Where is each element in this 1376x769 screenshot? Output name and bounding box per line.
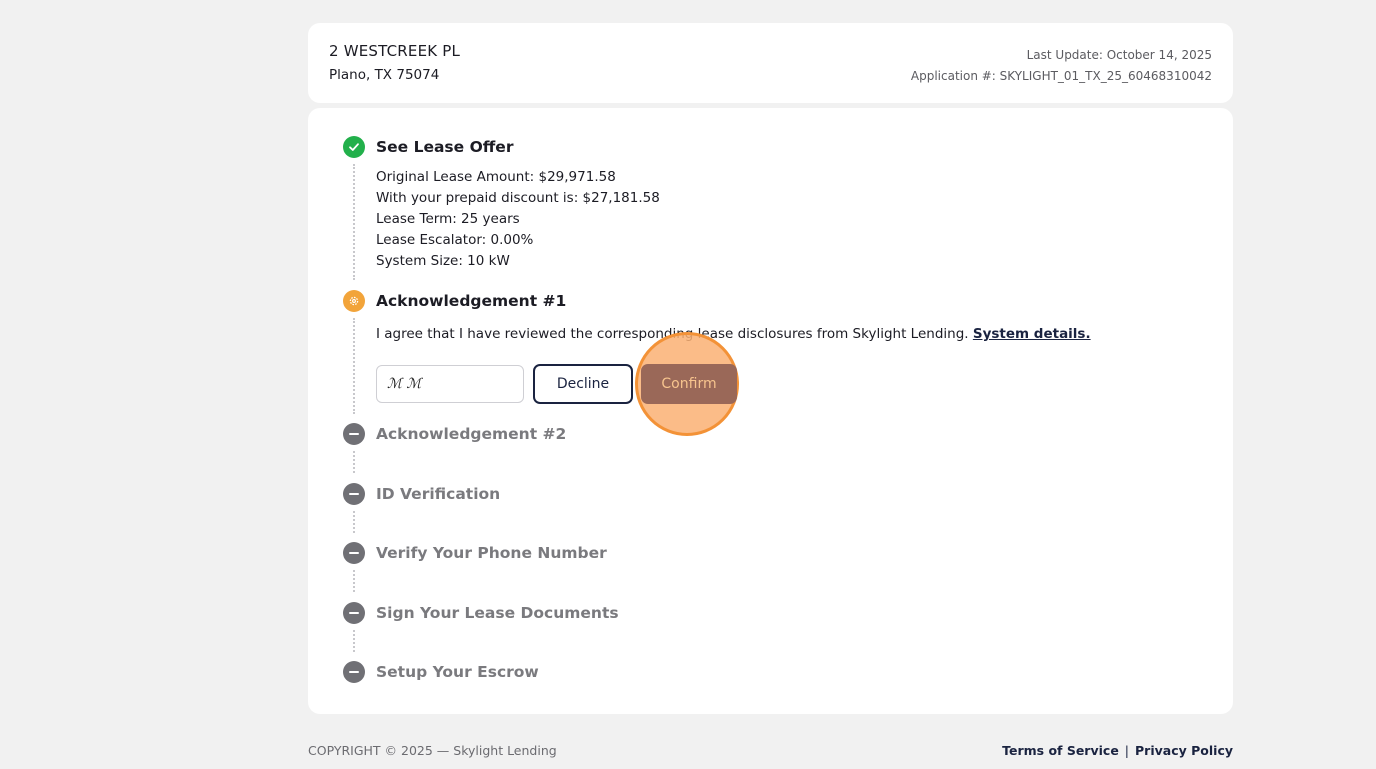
step-setup-escrow: Setup Your Escrow [376,663,539,681]
signature-initials-input[interactable] [376,365,524,403]
steps-card: See Lease Offer Original Lease Amount: $… [308,108,1233,714]
step-verify-phone: Verify Your Phone Number [376,544,607,562]
address-line1: 2 WESTCREEK PL [329,42,461,60]
minus-icon [343,602,365,624]
privacy-policy-link[interactable]: Privacy Policy [1135,743,1233,758]
lease-escalator: Lease Escalator: 0.00% [376,232,534,248]
original-lease-amount: Original Lease Amount: $29,971.58 [376,169,616,185]
system-details-link[interactable]: System details. [973,326,1091,342]
acknowledgement-text: I agree that I have reviewed the corresp… [376,326,1091,342]
step-connector [353,630,355,652]
step-connector [353,511,355,533]
lease-term: Lease Term: 25 years [376,211,520,227]
step-connector [353,451,355,473]
decline-button[interactable]: Decline [533,364,633,404]
confirm-button[interactable]: Confirm [641,364,737,404]
step-connector [353,164,355,280]
minus-icon [343,483,365,505]
step-acknowledgement-2: Acknowledgement #2 [376,425,567,443]
step-acknowledgement-1: Acknowledgement #1 [376,292,567,310]
copyright-text: COPYRIGHT © 2025 — Skylight Lending [308,743,557,758]
minus-icon [343,423,365,445]
last-update: Last Update: October 14, 2025 [1026,48,1212,62]
minus-icon [343,661,365,683]
minus-icon [343,542,365,564]
terms-of-service-link[interactable]: Terms of Service [1002,743,1119,758]
check-icon [343,136,365,158]
address-line2: Plano, TX 75074 [329,67,440,83]
application-header-card: 2 WESTCREEK PL Plano, TX 75074 Last Upda… [308,23,1233,103]
footer-separator: | [1124,743,1130,758]
gear-icon [343,290,365,312]
application-number: Application #: SKYLIGHT_01_TX_25_6046831… [910,69,1212,83]
step-sign-lease-documents: Sign Your Lease Documents [376,604,619,622]
footer-links: Terms of Service | Privacy Policy [1002,743,1233,758]
step-connector [353,318,355,414]
prepaid-discount-amount: With your prepaid discount is: $27,181.5… [376,190,660,206]
system-size: System Size: 10 kW [376,253,510,269]
step-see-lease-offer: See Lease Offer [376,138,514,156]
step-id-verification: ID Verification [376,485,501,503]
step-connector [353,570,355,592]
